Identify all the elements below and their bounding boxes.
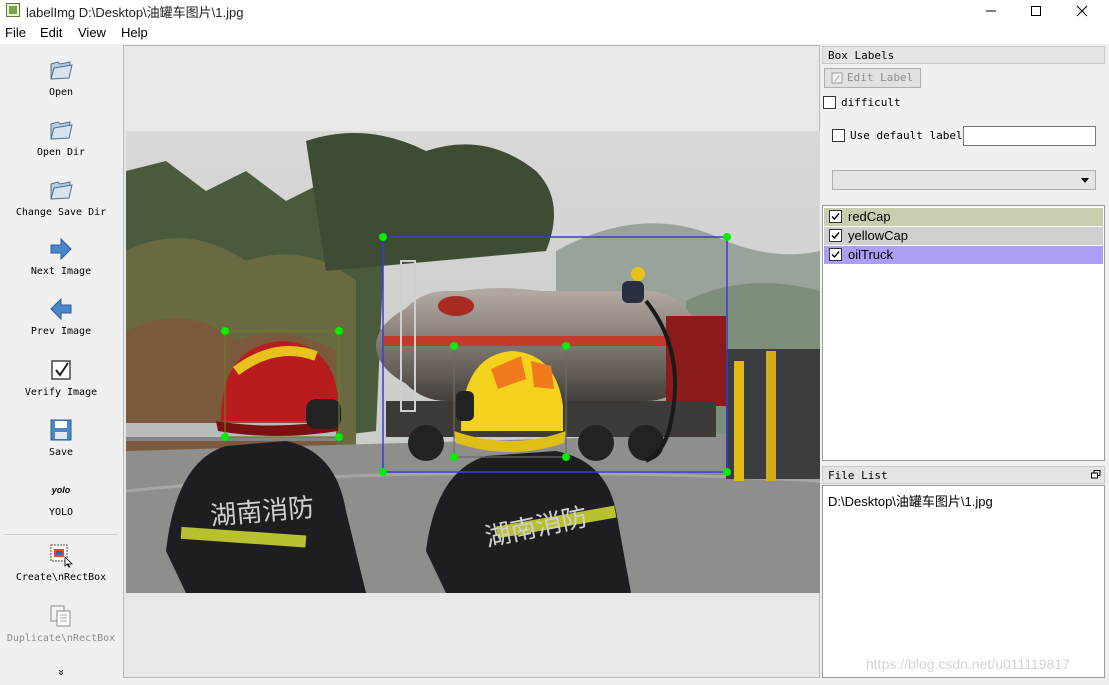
folder-icon [50, 61, 73, 80]
label-item-name: oilTruck [848, 247, 894, 262]
chevron-down-icon [1081, 178, 1089, 183]
prev-image-button[interactable]: Prev Image [0, 296, 122, 337]
use-default-label-checkbox[interactable] [832, 129, 845, 142]
bbox-handle[interactable] [335, 327, 343, 335]
undock-icon[interactable] [1091, 470, 1101, 479]
toolbar: Open Open Dir Change Save Dir Next Image… [0, 45, 122, 685]
label-dropdown[interactable] [832, 170, 1096, 190]
open-dir-label: Open Dir [36, 147, 86, 158]
edit-label-button: Edit Label [824, 68, 921, 88]
file-list-item[interactable]: D:\Desktop\油罐车图片\1.jpg [828, 491, 993, 510]
copy-icon [50, 605, 71, 627]
image-canvas[interactable]: 湖南消防 湖南消防 [123, 45, 820, 678]
minimize-button[interactable] [968, 0, 1014, 22]
verify-image-label: Verify Image [24, 387, 98, 398]
create-rectbox-button[interactable]: Create\nRectBox [0, 542, 122, 583]
verify-image-button[interactable]: Verify Image [0, 357, 122, 398]
bbox-handle[interactable] [562, 453, 570, 461]
labelimg-app-icon [6, 3, 20, 17]
menu-edit[interactable]: Edit [40, 25, 62, 40]
save-button[interactable]: Save [0, 417, 122, 458]
yolo-label: YOLO [48, 507, 74, 518]
yolo-button[interactable]: yolo YOLO [0, 481, 122, 518]
label-checkbox[interactable] [829, 210, 842, 223]
checkmark-icon [831, 251, 840, 259]
next-image-button[interactable]: Next Image [0, 236, 122, 277]
folder-icon [50, 121, 73, 140]
use-default-label-text: Use default label [850, 129, 963, 142]
maximize-icon [1031, 6, 1041, 16]
bbox-handle[interactable] [450, 453, 458, 461]
label-item-yellowcap[interactable]: yellowCap [824, 227, 1103, 245]
checkmark-icon [831, 232, 840, 240]
bbox-handle[interactable] [723, 233, 731, 241]
create-rectbox-label: Create\nRectBox [15, 572, 107, 583]
change-save-dir-button[interactable]: Change Save Dir [0, 177, 122, 218]
watermark: https://blog.csdn.net/u011119817 [866, 656, 1070, 672]
annotated-photo[interactable]: 湖南消防 湖南消防 [126, 131, 820, 593]
bbox-handle[interactable] [379, 468, 387, 476]
change-save-dir-label: Change Save Dir [15, 207, 107, 218]
menu-file[interactable]: File [5, 25, 26, 40]
next-image-label: Next Image [30, 266, 92, 277]
default-label-input[interactable] [963, 126, 1096, 146]
save-label: Save [48, 447, 74, 458]
yolo-icon: yolo [51, 485, 71, 495]
bbox-handle[interactable] [221, 327, 229, 335]
difficult-label: difficult [841, 96, 901, 109]
bbox-handle[interactable] [562, 342, 570, 350]
close-icon [1076, 5, 1088, 17]
floppy-disk-icon [50, 419, 72, 441]
file-list-dock-title: File List [822, 466, 1105, 484]
create-rect-icon [50, 544, 73, 568]
prev-image-label: Prev Image [30, 326, 92, 337]
title-bar: labelImg D:\Desktop\油罐车图片\1.jpg [0, 0, 1109, 22]
label-checkbox[interactable] [829, 229, 842, 242]
open-label: Open [48, 87, 74, 98]
menu-bar: File Edit View Help [0, 22, 1109, 44]
bbox-handle[interactable] [723, 468, 731, 476]
bbox-handle[interactable] [221, 433, 229, 441]
difficult-checkbox[interactable] [823, 96, 836, 109]
label-item-oiltruck[interactable]: oilTruck [824, 246, 1103, 264]
label-item-name: yellowCap [848, 228, 908, 243]
arrow-left-icon [50, 297, 72, 321]
label-list: redCap yellowCap oilTruck [822, 205, 1105, 461]
file-list: D:\Desktop\油罐车图片\1.jpg [822, 485, 1105, 678]
open-button[interactable]: Open [0, 57, 122, 98]
duplicate-rectbox-button: Duplicate\nRectBox [0, 603, 122, 644]
toolbar-extension-button[interactable]: » [0, 665, 122, 679]
open-dir-button[interactable]: Open Dir [0, 117, 122, 158]
bbox-handle[interactable] [379, 233, 387, 241]
folder-icon [50, 181, 73, 200]
arrow-right-icon [50, 237, 72, 261]
checkmark-icon [831, 213, 840, 221]
close-button[interactable] [1059, 0, 1105, 22]
menu-view[interactable]: View [78, 25, 106, 40]
menu-help[interactable]: Help [121, 25, 148, 40]
edit-label-text: Edit Label [847, 71, 914, 84]
chevron-double-down-icon: » [54, 669, 68, 676]
label-item-name: redCap [848, 209, 891, 224]
bbox-handle[interactable] [335, 433, 343, 441]
pencil-icon [831, 72, 843, 84]
label-checkbox[interactable] [829, 248, 842, 261]
maximize-button[interactable] [1013, 0, 1059, 22]
minimize-icon [986, 10, 996, 12]
toolbar-separator [4, 534, 118, 535]
checkmark-icon [51, 360, 71, 380]
bbox-handle[interactable] [450, 342, 458, 350]
label-item-redcap[interactable]: redCap [824, 208, 1103, 226]
duplicate-rectbox-label: Duplicate\nRectBox [6, 633, 116, 644]
window-title: labelImg D:\Desktop\油罐车图片\1.jpg [26, 5, 244, 20]
box-labels-dock-title: Box Labels [822, 46, 1105, 64]
